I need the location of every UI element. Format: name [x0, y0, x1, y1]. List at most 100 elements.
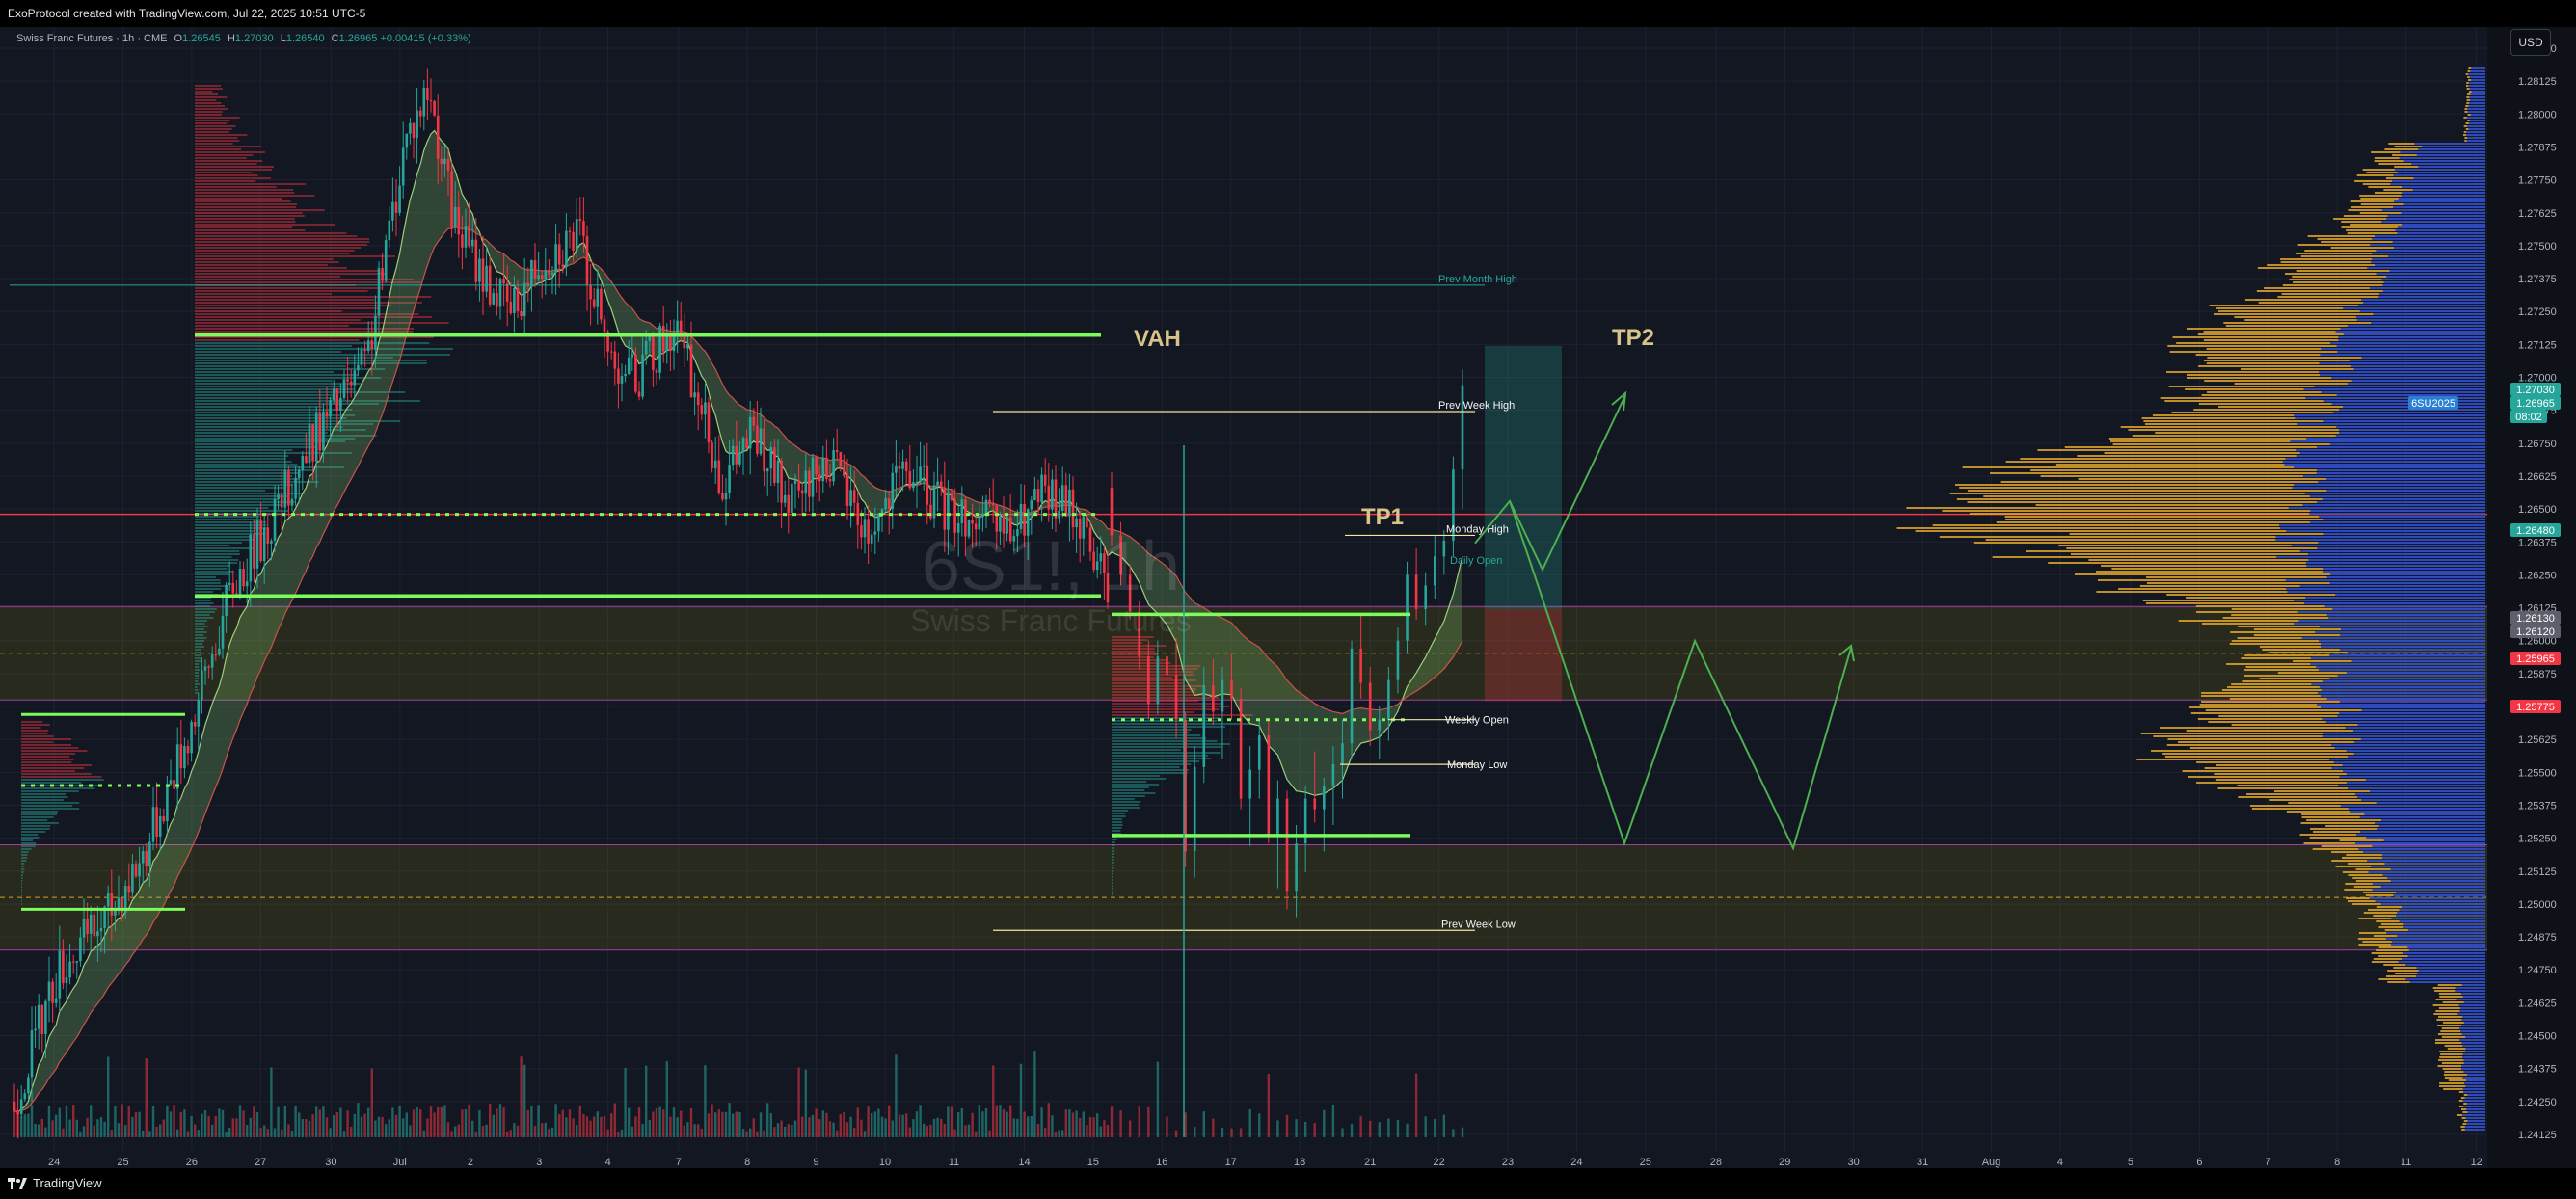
volume-profile-row — [195, 310, 342, 312]
profile-row-orange — [2178, 620, 2299, 622]
volume-profile-row — [195, 241, 370, 243]
candle-body — [1193, 766, 1196, 852]
profile-row-orange — [2160, 397, 2306, 399]
volume-bar — [311, 1114, 314, 1137]
profile-row-blue — [2397, 226, 2485, 228]
volume-bar — [680, 1110, 683, 1137]
volume-profile-row — [195, 169, 273, 171]
profile-row-blue — [2319, 626, 2485, 627]
volume-profile-row — [195, 542, 242, 544]
profile-row-blue — [2355, 793, 2485, 795]
time-tick-label: 25 — [117, 1157, 128, 1168]
volume-profile-row — [195, 533, 266, 535]
profile-row-orange — [2241, 657, 2311, 659]
profile-row-orange — [2341, 226, 2398, 228]
candle-body — [1248, 769, 1251, 799]
symbol-legend[interactable]: Swiss Franc Futures · 1h · CME O1.26545 … — [16, 33, 471, 44]
profile-row-blue — [2329, 654, 2485, 656]
candle-body — [572, 231, 575, 251]
currency-button[interactable]: USD — [2510, 29, 2551, 56]
volume-profile-row — [195, 371, 335, 373]
profile-row-orange — [2225, 325, 2348, 327]
profile-row-orange — [2244, 319, 2357, 321]
volume-bar — [624, 1067, 627, 1137]
profile-row-blue — [2381, 221, 2485, 223]
volume-bar — [811, 1115, 815, 1137]
candle-body — [904, 461, 908, 472]
candle-body — [173, 780, 175, 789]
profile-row-orange — [2458, 1106, 2463, 1107]
volume-bar — [131, 1117, 134, 1137]
profile-row-blue — [2375, 264, 2485, 266]
profile-row-orange — [2176, 342, 2331, 344]
high-value: 1.27030 — [234, 33, 274, 44]
profile-row-blue — [2398, 198, 2485, 200]
volume-profile-row — [195, 102, 222, 104]
volume-bar — [506, 1131, 509, 1137]
volume-bar — [821, 1110, 824, 1137]
volume-profile-row — [195, 614, 210, 616]
candle-body — [183, 746, 186, 769]
profile-row-blue — [2319, 362, 2485, 364]
profile-row-orange — [2295, 253, 2373, 254]
tp1-label: TP1 — [1361, 504, 1404, 530]
volume-bar — [776, 1123, 780, 1137]
profile-row-orange — [2437, 1033, 2462, 1035]
candle-body — [498, 279, 502, 307]
candle-body — [485, 265, 488, 292]
profile-row-blue — [2285, 579, 2485, 581]
profile-row-orange — [2231, 724, 2358, 726]
candle-body — [936, 481, 939, 486]
volume-profile-row — [195, 498, 279, 500]
profile-row-blue — [2467, 1120, 2485, 1122]
volume-bar — [853, 1128, 856, 1137]
chart-area[interactable]: Prev Month HighVAHPrev Week HighMonday H… — [0, 0, 2576, 1199]
profile-row-blue — [2416, 975, 2485, 977]
profile-row-blue — [2323, 400, 2485, 402]
tradingview-logo[interactable]: TradingView — [8, 1176, 102, 1190]
profile-row-orange — [2230, 631, 2316, 633]
profile-row-orange — [2373, 935, 2398, 937]
candle-body — [676, 320, 679, 333]
profile-row-blue — [2296, 449, 2485, 451]
volume-bar — [103, 1121, 106, 1137]
profile-row-blue — [2294, 414, 2485, 416]
volume-bar — [1221, 1127, 1224, 1137]
volume-profile-row — [1112, 792, 1156, 794]
profile-row-orange — [1967, 490, 2327, 492]
profile-row-orange — [2378, 946, 2408, 948]
profile-row-orange — [2300, 822, 2375, 824]
profile-row-blue — [2466, 117, 2485, 119]
volume-bar — [1099, 1126, 1102, 1137]
candle-body — [641, 354, 644, 397]
profile-row-orange — [2376, 920, 2400, 922]
volume-profile-row — [195, 146, 261, 147]
volume-profile-row — [21, 837, 40, 839]
volume-profile-row — [195, 325, 349, 327]
profile-row-orange — [2358, 918, 2392, 919]
profile-row-orange — [2378, 163, 2412, 165]
volume-profile-row — [1112, 700, 1199, 702]
candle-body — [210, 654, 214, 668]
candle-body — [440, 158, 443, 165]
volume-profile-row — [195, 267, 347, 269]
profile-row-orange — [2249, 805, 2341, 807]
volume-profile-row — [1112, 781, 1147, 783]
candle-body — [175, 744, 179, 789]
volume-bar — [877, 1108, 880, 1137]
candle-body — [1406, 574, 1409, 641]
volume-bar — [756, 1131, 759, 1137]
volume-profile-row — [1112, 839, 1117, 840]
volume-profile-row — [1112, 888, 1113, 890]
candle-body — [1433, 556, 1436, 586]
candle-body — [203, 666, 207, 671]
volume-bar — [23, 1114, 26, 1137]
profile-row-orange — [2447, 1048, 2466, 1050]
profile-row-blue — [2326, 576, 2485, 578]
candle-body — [218, 648, 221, 655]
profile-row-blue — [2328, 617, 2485, 619]
profile-row-orange — [2164, 400, 2324, 402]
volume-bar — [1061, 1130, 1064, 1137]
profile-row-orange — [2231, 608, 2333, 610]
time-tick-label: 3 — [536, 1157, 542, 1168]
